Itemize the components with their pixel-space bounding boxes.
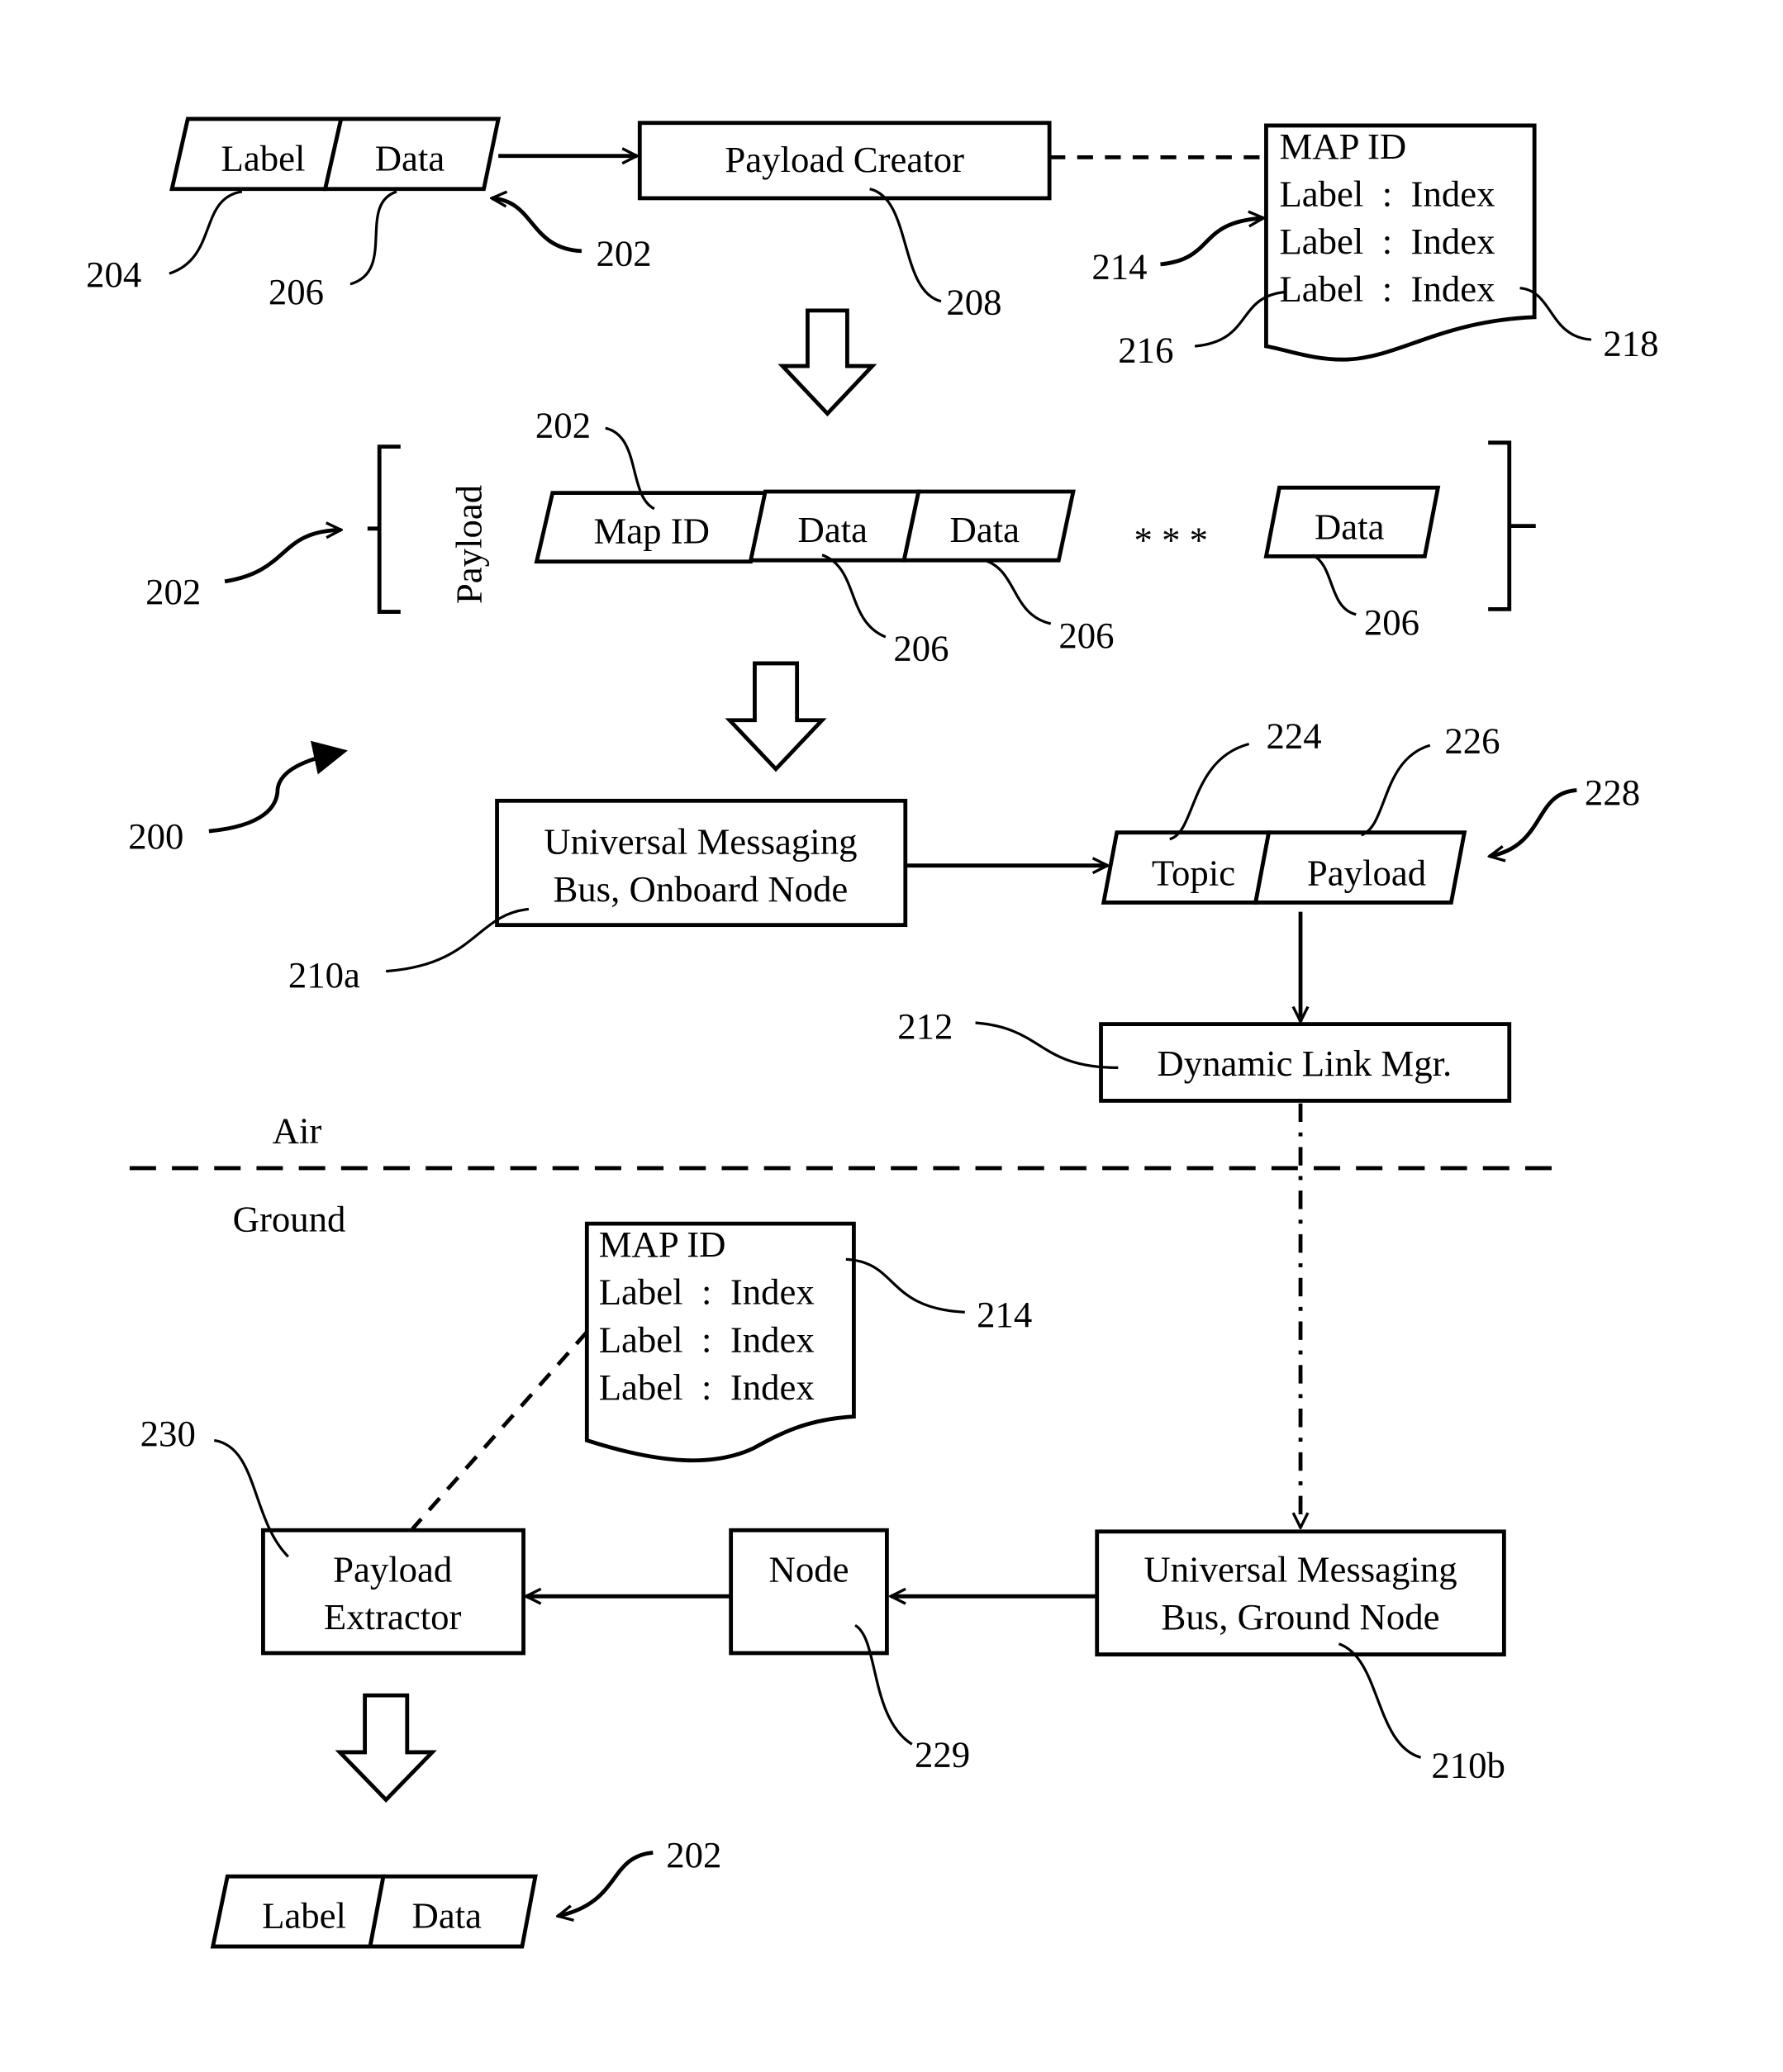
pointer-214-top	[1160, 218, 1263, 267]
ref-228: 228	[1585, 772, 1640, 813]
input-data-text: Data	[375, 137, 445, 178]
leader-206-top	[349, 190, 397, 286]
ref-200: 200	[128, 815, 183, 857]
message-topic-text: Topic	[1152, 853, 1235, 894]
air-label: Air	[273, 1110, 322, 1152]
payload-extractor-line1: Payload	[333, 1549, 452, 1590]
ref-206-b: 206	[1058, 615, 1114, 656]
umb-onboard-line2: Bus, Onboard Node	[553, 868, 848, 910]
map-top-title: MAP ID	[1279, 126, 1406, 167]
dashed-link-map-ground	[411, 1330, 589, 1531]
payload-extractor-line2: Extractor	[324, 1596, 462, 1637]
pointer-228	[1490, 788, 1577, 856]
block-arrow-down-2	[725, 661, 827, 772]
bracket-right	[1488, 440, 1536, 611]
map-top-row-2: Label : Index	[1279, 221, 1495, 262]
payload-creator-label: Payload Creator	[725, 139, 964, 180]
ref-214-top: 214	[1091, 245, 1147, 287]
payload-cells: Map ID Data Data Data * * *	[534, 485, 1441, 564]
map-ground-row-1: Label : Index	[599, 1271, 815, 1313]
map-ground-row-2: Label : Index	[599, 1319, 815, 1360]
pointer-202-top	[492, 198, 582, 254]
ref-214-ground: 214	[977, 1294, 1032, 1335]
ref-229: 229	[915, 1734, 970, 1775]
ref-212: 212	[897, 1005, 953, 1047]
leader-212	[975, 1021, 1119, 1069]
ref-202-top: 202	[597, 232, 652, 273]
ref-218: 218	[1603, 322, 1658, 364]
ref-224: 224	[1266, 715, 1321, 756]
message-payload-text: Payload	[1307, 853, 1426, 894]
payload-map-id-text: Map ID	[593, 510, 709, 551]
ref-210a: 210a	[288, 954, 360, 996]
ref-208: 208	[946, 282, 1001, 323]
ref-216: 216	[1118, 329, 1173, 370]
ground-label: Ground	[233, 1199, 346, 1240]
ref-202-payload: 202	[145, 571, 201, 612]
block-arrow-down-1	[777, 308, 877, 417]
block-arrow-down-3	[335, 1693, 437, 1803]
map-document-top: MAP ID Label : Index Label : Index Label…	[1264, 123, 1537, 362]
ref-202-map-id: 202	[535, 404, 591, 445]
umb-ground-line2: Bus, Ground Node	[1162, 1596, 1440, 1637]
ref-206-top: 206	[269, 271, 324, 312]
leader-206-b	[984, 558, 1052, 625]
payload-data-1-text: Data	[798, 509, 868, 550]
output-message: Label Data	[210, 1874, 538, 1949]
ref-230: 230	[140, 1413, 196, 1454]
umb-onboard-box: Universal Messaging Bus, Onboard Node	[495, 798, 908, 928]
bracket-left	[367, 444, 401, 614]
input-message: Label Data	[169, 116, 502, 192]
pointer-202-payload	[224, 530, 341, 584]
map-top-row-3: Label : Index	[1279, 269, 1495, 310]
node-label: Node	[769, 1549, 849, 1590]
leader-214-ground	[845, 1257, 965, 1314]
leader-224	[1169, 742, 1250, 841]
payload-data-2-text: Data	[950, 509, 1020, 550]
umb-ground-line1: Universal Messaging	[1143, 1549, 1457, 1590]
ref-202-output: 202	[666, 1834, 721, 1875]
payload-extractor-box: Payload Extractor	[261, 1528, 525, 1656]
ref-210b: 210b	[1431, 1744, 1505, 1785]
system-diagram: Label Data 204 206 202 Payload Creator 2…	[86, 116, 1658, 1949]
ref-204: 204	[86, 254, 141, 295]
pointer-200	[208, 740, 348, 834]
leader-208	[869, 188, 942, 303]
payload-ellipsis: * * *	[1134, 520, 1209, 561]
payload-data-n-text: Data	[1315, 506, 1385, 548]
pointer-202-output	[558, 1851, 654, 1916]
output-label-text: Label	[262, 1895, 346, 1937]
map-document-ground: MAP ID Label : Index Label : Index Label…	[584, 1221, 856, 1463]
payload-creator-box: Payload Creator	[637, 121, 1052, 201]
dynamic-link-box: Dynamic Link Mgr.	[1099, 1022, 1512, 1103]
message-228: Topic Payload	[1101, 830, 1467, 905]
leader-226	[1360, 744, 1431, 837]
leader-206-c	[1311, 554, 1357, 616]
map-ground-row-3: Label : Index	[599, 1366, 815, 1408]
ref-226: 226	[1444, 720, 1500, 762]
umb-onboard-line1: Universal Messaging	[544, 820, 857, 862]
dynamic-link-label: Dynamic Link Mgr.	[1157, 1043, 1452, 1084]
ref-206-a: 206	[893, 628, 949, 669]
map-ground-title: MAP ID	[599, 1224, 726, 1265]
leader-206-a	[821, 554, 887, 639]
umb-ground-box: Universal Messaging Bus, Ground Node	[1095, 1529, 1506, 1656]
payload-bracket-label: Payload	[448, 485, 489, 604]
output-data-text: Data	[412, 1895, 483, 1937]
ref-206-c: 206	[1364, 601, 1419, 643]
leader-210b	[1338, 1642, 1422, 1759]
map-top-row-1: Label : Index	[1279, 173, 1495, 215]
leader-204	[169, 190, 243, 275]
input-label-text: Label	[221, 137, 305, 178]
